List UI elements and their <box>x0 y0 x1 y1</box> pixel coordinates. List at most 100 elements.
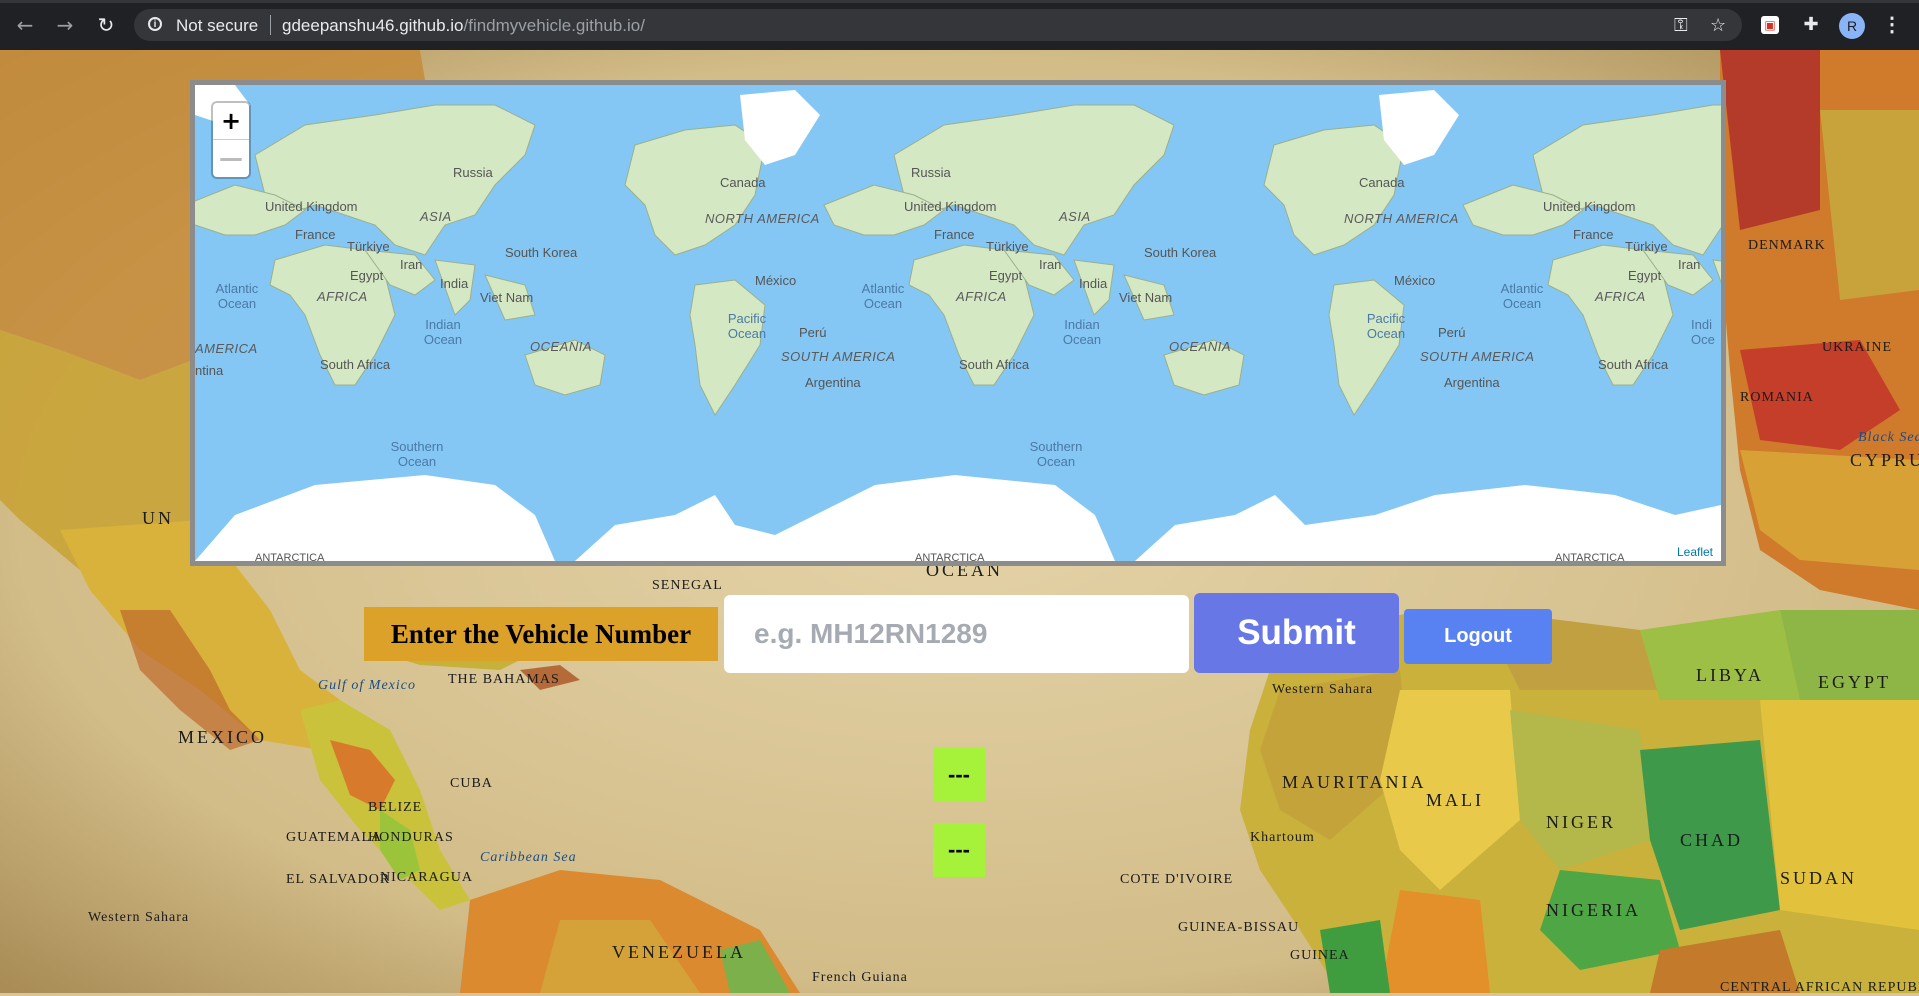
logout-button[interactable]: Logout <box>1404 609 1552 664</box>
tab-strip-edge <box>0 0 1919 3</box>
vehicle-number-label: Enter the Vehicle Number <box>364 607 718 661</box>
map-label-viet-nam-2: Viet Nam <box>1119 290 1173 305</box>
vehicle-number-input[interactable] <box>724 595 1189 673</box>
map-label-argentina-partial: ntina <box>195 363 224 378</box>
info-icon[interactable]: i <box>148 17 162 31</box>
map-label-india: India <box>440 276 469 291</box>
map-label-antarctica-left: ANTARCTICA <box>255 552 325 564</box>
map-label-south-africa-2: South Africa <box>959 357 1030 372</box>
bg-label-caribbean-sea: Caribbean Sea <box>480 850 577 865</box>
submit-button[interactable]: Submit <box>1194 593 1399 673</box>
map-label-indian-ocean-2: Indian Ocean <box>1062 317 1102 347</box>
map-label-north-america: NORTH AMERICA <box>705 211 820 226</box>
map-label-atlantic-ocean-left: Atlantic Ocean <box>215 281 259 311</box>
bg-label-mauritania: MAURITANIA <box>1282 772 1427 792</box>
map-label-russia-2: Russia <box>911 165 951 180</box>
map-label-indian-partial: Indi <box>1691 317 1712 332</box>
map-label-iran-3: Iran <box>1678 257 1701 272</box>
map-label-atlantic-ocean: Atlantic Ocean <box>861 281 905 311</box>
map-label-north-america-2: NORTH AMERICA <box>1344 211 1459 226</box>
bg-label-western-sahara: Western Sahara <box>1272 682 1374 697</box>
zoom-out-button[interactable]: — <box>213 140 249 176</box>
map-label-india-2: India <box>1079 276 1108 291</box>
map-label-russia: Russia <box>453 165 493 180</box>
map-label-antarctica-3: ANTARCTICA <box>1555 552 1625 564</box>
browser-toolbar: ← → ↻ i Not secure gdeepanshu46.github.i… <box>0 0 1919 50</box>
map-label-canada-2: Canada <box>1359 175 1405 190</box>
reload-icon[interactable]: ↻ <box>93 12 119 38</box>
bg-label-romania: ROMANIA <box>1740 390 1814 405</box>
map-label-atlantic-ocean-2: Atlantic Ocean <box>1500 281 1544 311</box>
bg-label-clipperton: Western Sahara <box>88 910 190 925</box>
map-label-france: France <box>295 227 336 242</box>
map-label-africa-2: AFRICA <box>956 289 1007 304</box>
map-label-egypt: Egypt <box>350 268 384 283</box>
map-label-mexico-2: México <box>1394 273 1436 288</box>
zoom-in-button[interactable]: + <box>213 103 249 140</box>
result-line-2: --- <box>933 823 985 877</box>
extension-icon[interactable]: ▣ <box>1761 16 1779 34</box>
map-label-egypt-3: Egypt <box>1628 268 1662 283</box>
map-label-argentina-2: Argentina <box>1444 375 1500 390</box>
bg-label-bermuda: SENEGAL <box>652 578 723 593</box>
bg-label-the-gambia: GUINEA-BISSAU <box>1178 920 1300 935</box>
bg-label-nouakchott: Khartoum <box>1250 830 1315 845</box>
map-label-oceania-2: OCEANIA <box>1169 339 1232 354</box>
leaflet-map[interactable]: Russia United Kingdom France Türkiye Ira… <box>190 80 1726 566</box>
zoom-control: + — <box>213 103 249 177</box>
map-label-turkiye-2: Türkiye <box>986 239 1029 254</box>
bg-label-ukraine: UKRAINE <box>1822 340 1892 355</box>
bg-label-un: UN <box>142 508 174 528</box>
map-label-pacific-ocean-2: Pacific Ocean <box>1366 311 1406 341</box>
avatar[interactable]: R <box>1839 13 1865 39</box>
bg-label-mexico: MEXICO <box>178 727 267 747</box>
bg-label-denmark: DENMARK <box>1748 238 1826 253</box>
bg-label-venezuela: VENEZUELA <box>612 942 746 962</box>
map-label-iran-2: Iran <box>1039 257 1062 272</box>
map-label-mexico: México <box>755 273 797 288</box>
map-label-south-america: SOUTH AMERICA <box>781 349 896 364</box>
bg-label-bahamas: THE BAHAMAS <box>448 672 560 687</box>
map-label-uk-3: United Kingdom <box>1543 199 1636 214</box>
bg-label-cape-verde: COTE D'IVOIRE <box>1120 872 1234 887</box>
puzzle-icon[interactable]: ✚ <box>1799 13 1823 37</box>
map-label-southern-ocean-left: Southern Ocean <box>390 439 444 469</box>
map-label-indian-ocean: Indian Ocean <box>423 317 463 347</box>
map-label-turkiye: Türkiye <box>347 239 390 254</box>
address-bar[interactable]: i Not secure gdeepanshu46.github.io/find… <box>134 9 1742 41</box>
bg-label-egypt: EGYPT <box>1818 672 1891 692</box>
key-icon[interactable]: ⚿ <box>1674 15 1688 36</box>
bg-label-libya: LIBYA <box>1696 665 1764 685</box>
bg-label-cuba: CUBA <box>450 776 493 791</box>
map-label-france-3: France <box>1573 227 1614 242</box>
security-label[interactable]: Not secure <box>176 16 258 36</box>
bg-label-nigeria: NIGERIA <box>1546 900 1641 920</box>
result-line-1: --- <box>933 748 985 802</box>
map-label-viet-nam: Viet Nam <box>480 290 534 305</box>
bg-label-belize: BELIZE <box>368 800 423 815</box>
map-label-south-korea: South Korea <box>505 245 578 260</box>
map-label-antarctica-2: ANTARCTICA <box>915 552 985 564</box>
map-label-south-korea-2: South Korea <box>1144 245 1217 260</box>
star-icon[interactable]: ☆ <box>1710 15 1726 36</box>
bg-label-black-sea: Black Sea <box>1858 430 1919 445</box>
forward-arrow-icon[interactable]: → <box>52 12 78 38</box>
back-arrow-icon[interactable]: ← <box>12 12 38 38</box>
bg-label-car: CENTRAL AFRICAN REPUBLIC <box>1720 980 1919 995</box>
map-label-oceania: OCEANIA <box>530 339 593 354</box>
bg-label-mali: MALI <box>1426 790 1484 810</box>
map-label-uk-2: United Kingdom <box>904 199 997 214</box>
menu-icon[interactable]: ⋮ <box>1882 12 1902 37</box>
bg-label-guinea: GUINEA <box>1290 948 1350 963</box>
map-label-pacific-ocean: Pacific Ocean <box>727 311 767 341</box>
map-label-argentina: Argentina <box>805 375 861 390</box>
map-label-iran: Iran <box>400 257 423 272</box>
url-text[interactable]: gdeepanshu46.github.io/findmyvehicle.git… <box>282 16 645 36</box>
map-label-africa: AFRICA <box>317 289 368 304</box>
map-label-south-africa-3: South Africa <box>1598 357 1669 372</box>
map-label-southern-ocean-2: Southern Ocean <box>1029 439 1083 469</box>
leaflet-attribution-link[interactable]: Leaflet <box>1672 545 1717 559</box>
bg-label-guatemala: GUATEMALA <box>286 830 383 845</box>
bg-label-french-guiana: French Guiana <box>812 970 908 985</box>
map-label-egypt-2: Egypt <box>989 268 1023 283</box>
